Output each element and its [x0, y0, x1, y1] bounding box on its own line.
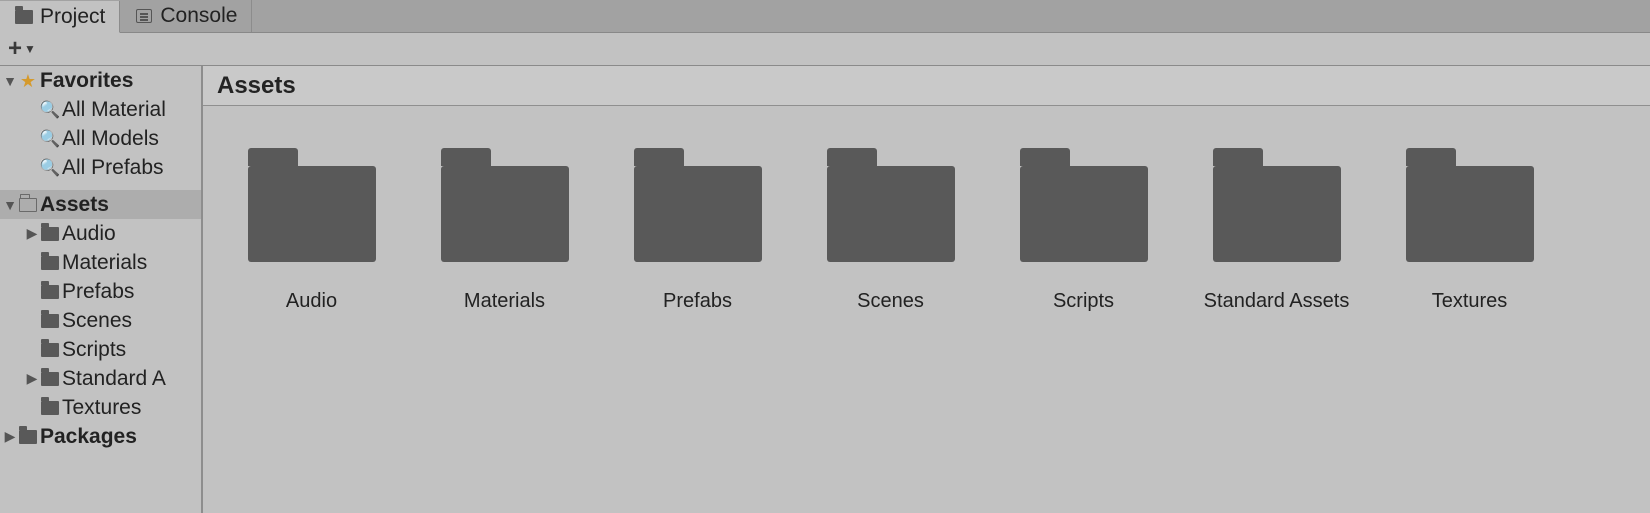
search-icon: 🔍 [40, 159, 60, 176]
tree-favorite-all-models[interactable]: ▶ 🔍 All Models [0, 124, 201, 153]
tree-folder-standard-assets[interactable]: ▶ Standard A [0, 364, 201, 393]
tree-favorite-all-prefabs[interactable]: ▶ 🔍 All Prefabs [0, 153, 201, 182]
breadcrumb-label: Assets [217, 72, 296, 100]
asset-folder-standard-assets[interactable]: Standard Assets [1210, 154, 1343, 313]
disclosure-triangle-icon[interactable]: ▶ [2, 428, 18, 445]
folder-icon [1406, 166, 1534, 262]
tree-packages-root[interactable]: ▶ Packages [0, 422, 201, 451]
search-icon: 🔍 [40, 101, 60, 118]
asset-folder-materials[interactable]: Materials [438, 154, 571, 313]
folder-icon [40, 227, 60, 241]
console-icon [134, 9, 154, 23]
tab-console[interactable]: Console [120, 0, 252, 32]
tree-label: Standard A [60, 367, 166, 391]
asset-folder-prefabs[interactable]: Prefabs [631, 154, 764, 313]
disclosure-triangle-icon[interactable]: ▼ [2, 73, 18, 89]
folder-icon [18, 430, 38, 444]
folder-icon [40, 314, 60, 328]
folder-icon [1213, 166, 1341, 262]
asset-label: Materials [464, 290, 545, 313]
tree-label: Scenes [60, 309, 132, 333]
folder-icon [40, 285, 60, 299]
folder-icon [1020, 166, 1148, 262]
tree-label: Prefabs [60, 280, 134, 304]
asset-label: Standard Assets [1204, 290, 1350, 313]
asset-folder-textures[interactable]: Textures [1403, 154, 1536, 313]
chevron-down-icon: ▼ [24, 42, 36, 56]
tree-label: Packages [38, 425, 137, 449]
disclosure-triangle-icon[interactable]: ▶ [24, 370, 40, 387]
disclosure-triangle-icon[interactable]: ▼ [2, 197, 18, 213]
project-tree-sidebar: ▼ ★ Favorites ▶ 🔍 All Material ▶ 🔍 All M… [0, 66, 203, 513]
tree-favorite-all-material[interactable]: ▶ 🔍 All Material [0, 95, 201, 124]
tree-label: All Prefabs [60, 156, 164, 180]
tab-label: Console [160, 4, 237, 28]
breadcrumb[interactable]: Assets [203, 66, 1650, 106]
tree-label: Audio [60, 222, 116, 246]
asset-label: Scenes [857, 290, 924, 313]
folder-icon [40, 343, 60, 357]
folder-icon [40, 401, 60, 415]
asset-label: Prefabs [663, 290, 732, 313]
tab-project[interactable]: Project [0, 1, 120, 33]
tree-folder-audio[interactable]: ▶ Audio [0, 219, 201, 248]
tree-label: All Material [60, 98, 166, 122]
tree-label: Assets [38, 193, 109, 217]
folder-icon [248, 166, 376, 262]
tree-label: Textures [60, 396, 141, 420]
folder-icon [14, 10, 34, 24]
tree-label: Materials [60, 251, 147, 275]
search-icon: 🔍 [40, 130, 60, 147]
tree-label: Scripts [60, 338, 126, 362]
tree-folder-materials[interactable]: ▶ Materials [0, 248, 201, 277]
asset-folder-scenes[interactable]: Scenes [824, 154, 957, 313]
tree-folder-scripts[interactable]: ▶ Scripts [0, 335, 201, 364]
asset-label: Scripts [1053, 290, 1114, 313]
project-content: Assets Audio Materials Prefabs Scenes Sc… [203, 66, 1650, 513]
folder-icon [441, 166, 569, 262]
tree-label: Favorites [38, 69, 133, 93]
tree-assets-root[interactable]: ▼ Assets [0, 190, 201, 219]
folder-icon [18, 198, 38, 212]
tab-label: Project [40, 5, 105, 29]
folder-icon [634, 166, 762, 262]
project-toolbar: + ▼ [0, 33, 1650, 66]
folder-icon [40, 256, 60, 270]
create-asset-button[interactable]: + ▼ [8, 35, 36, 63]
tree-folder-textures[interactable]: ▶ Textures [0, 393, 201, 422]
asset-label: Audio [286, 290, 337, 313]
asset-label: Textures [1432, 290, 1508, 313]
asset-grid: Audio Materials Prefabs Scenes Scripts S… [203, 106, 1650, 513]
tab-bar: Project Console [0, 0, 1650, 33]
asset-folder-audio[interactable]: Audio [245, 154, 378, 313]
disclosure-triangle-icon[interactable]: ▶ [24, 225, 40, 242]
asset-folder-scripts[interactable]: Scripts [1017, 154, 1150, 313]
plus-icon: + [8, 35, 22, 63]
tree-favorites[interactable]: ▼ ★ Favorites [0, 66, 201, 95]
tree-folder-prefabs[interactable]: ▶ Prefabs [0, 277, 201, 306]
folder-icon [827, 166, 955, 262]
folder-icon [40, 372, 60, 386]
tree-folder-scenes[interactable]: ▶ Scenes [0, 306, 201, 335]
tree-label: All Models [60, 127, 159, 151]
star-icon: ★ [18, 72, 38, 90]
